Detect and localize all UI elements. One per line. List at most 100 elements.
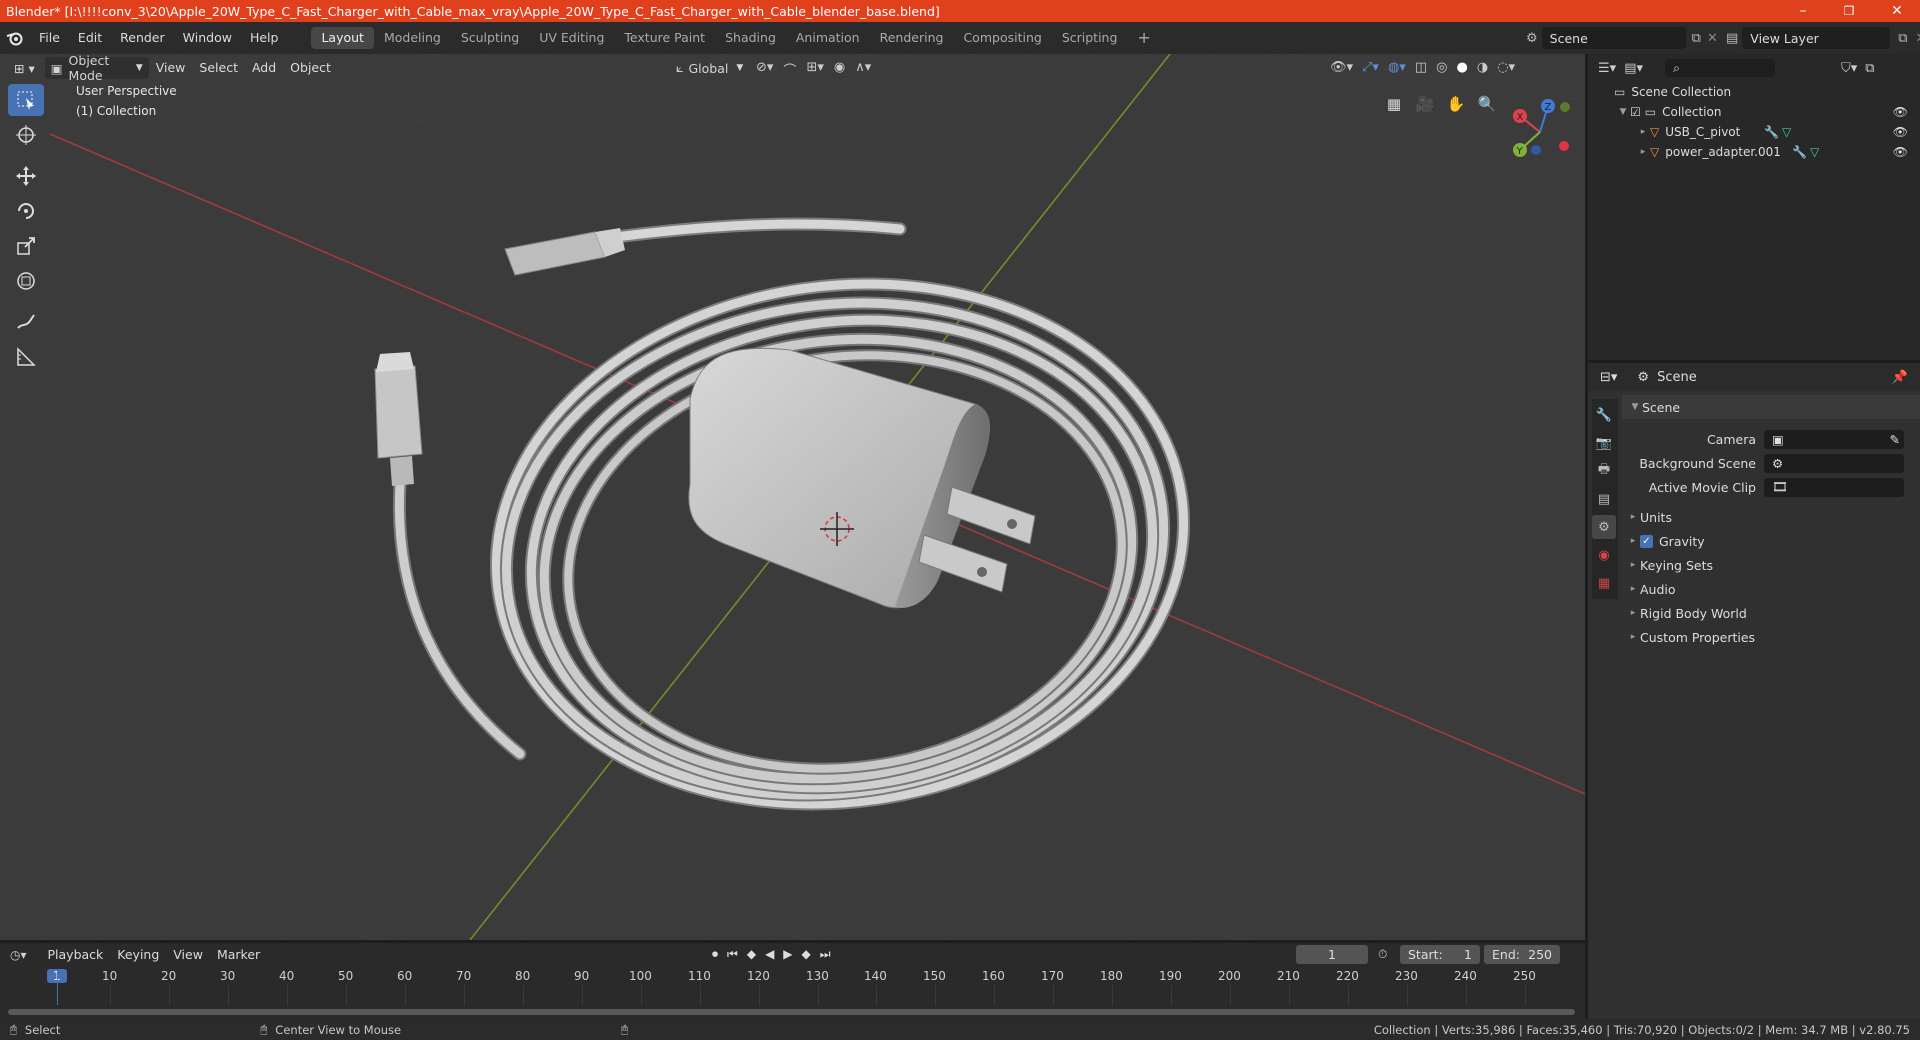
minimize-button[interactable]: –: [1780, 0, 1826, 22]
properties-editor-icon[interactable]: ⊟▾: [1600, 370, 1617, 385]
overlay-icon[interactable]: ◍▾: [1388, 60, 1406, 75]
rigid-body-world-section[interactable]: ▸ Rigid Body World: [1622, 601, 1920, 625]
gizmo-icon[interactable]: ⤢▾: [1362, 60, 1379, 75]
proportional-edit-icon[interactable]: ◉: [834, 60, 845, 79]
visibility-icon[interactable]: 👁▾: [1330, 60, 1353, 75]
expand-arrow-icon[interactable]: ▸: [1636, 147, 1650, 157]
view-layer-field[interactable]: View Layer: [1742, 27, 1891, 49]
eyedropper-icon[interactable]: ✎: [1890, 432, 1900, 447]
tab-shading[interactable]: Shading: [715, 27, 786, 49]
tab-compositing[interactable]: Compositing: [953, 27, 1051, 49]
falloff-icon[interactable]: ∧▾: [855, 60, 871, 79]
tab-rendering[interactable]: Rendering: [870, 27, 954, 49]
outliner-row-collection[interactable]: ▼ ☑ ▭ Collection 👁: [1588, 102, 1920, 122]
menu-render[interactable]: Render: [111, 27, 174, 49]
scale-tool[interactable]: [8, 230, 44, 262]
blender-logo-icon[interactable]: [0, 30, 30, 46]
display-mode-icon[interactable]: ▤▾: [1624, 61, 1643, 76]
expand-arrow-icon[interactable]: ▼: [1616, 107, 1630, 117]
select-box-tool[interactable]: [8, 84, 44, 116]
viewport-menu-object[interactable]: Object: [283, 57, 338, 79]
transform-tool[interactable]: [8, 265, 44, 297]
pin-icon[interactable]: 📌: [1892, 370, 1908, 385]
new-scene-icon[interactable]: ⧉: [1692, 31, 1701, 46]
view-layer-selector[interactable]: ▤ View Layer ⧉ ✕: [1726, 27, 1920, 49]
neg-y-axis-handle[interactable]: [1560, 102, 1570, 112]
menu-window[interactable]: Window: [174, 27, 241, 49]
texture-tab-icon[interactable]: ▦: [1592, 571, 1616, 595]
keying-sets-section[interactable]: ▸ Keying Sets: [1622, 553, 1920, 577]
output-tab-icon[interactable]: 🖶: [1592, 459, 1616, 483]
zoom-icon[interactable]: 🔍: [1473, 90, 1501, 118]
solid-shading-icon[interactable]: ●: [1456, 60, 1467, 75]
view-layer-tab-icon[interactable]: ▤: [1592, 487, 1616, 511]
render-tab-icon[interactable]: 📷: [1592, 431, 1616, 455]
outliner-search-input[interactable]: ⌕: [1665, 59, 1775, 77]
checkbox-icon[interactable]: ☑: [1630, 105, 1641, 119]
tab-texture-paint[interactable]: Texture Paint: [614, 27, 715, 49]
menu-edit[interactable]: Edit: [69, 27, 111, 49]
close-button[interactable]: ✕: [1874, 0, 1920, 22]
add-workspace-button[interactable]: +: [1127, 27, 1160, 49]
neg-z-axis-handle[interactable]: [1531, 145, 1541, 155]
timeline-scrollbar[interactable]: [8, 1009, 1575, 1015]
mode-selector[interactable]: ▣ Object Mode ▼: [44, 54, 149, 83]
filter-icon[interactable]: ⛉▾: [1841, 61, 1857, 76]
transform-orientation-selector[interactable]: ⟀ Global ▼: [670, 57, 749, 79]
material-shading-icon[interactable]: ◑: [1477, 60, 1488, 75]
outliner-row-usb-c-pivot[interactable]: ▸ ▽ USB_C_pivot 🔧 ▽ 👁: [1588, 122, 1920, 142]
new-view-layer-icon[interactable]: ⧉: [1898, 31, 1907, 46]
expand-arrow-icon[interactable]: ▸: [1636, 127, 1650, 137]
tool-tab-icon[interactable]: 🔧: [1592, 403, 1616, 427]
eye-icon[interactable]: 👁: [1893, 105, 1908, 119]
tab-uv-editing[interactable]: UV Editing: [529, 27, 614, 49]
eye-icon[interactable]: 👁: [1893, 145, 1908, 159]
measure-tool[interactable]: [8, 341, 44, 373]
mesh-data-icon[interactable]: ▽: [1782, 125, 1791, 139]
tab-modeling[interactable]: Modeling: [374, 27, 451, 49]
timeline-ruler[interactable]: 1102030405060708090100110120130140150160…: [0, 943, 1585, 1019]
camera-field[interactable]: ▣ ✎: [1764, 429, 1904, 449]
menu-help[interactable]: Help: [241, 27, 288, 49]
cursor-tool[interactable]: [8, 119, 44, 151]
outliner-row-scene-collection[interactable]: ▭ Scene Collection: [1588, 82, 1920, 102]
delete-view-layer-icon[interactable]: ✕: [1916, 31, 1920, 46]
viewport-scene[interactable]: [0, 54, 1585, 940]
scene-name-field[interactable]: Scene: [1541, 27, 1686, 49]
snap-icon[interactable]: ⌒: [783, 60, 796, 79]
rendered-shading-icon[interactable]: ◌▾: [1497, 60, 1515, 75]
modifier-wrench-icon[interactable]: 🔧: [1792, 145, 1807, 159]
camera-view-icon[interactable]: 🎥: [1411, 90, 1439, 118]
neg-x-axis-handle[interactable]: [1559, 141, 1569, 151]
scene-panel-header[interactable]: ▼ Scene: [1622, 395, 1920, 419]
tab-sculpting[interactable]: Sculpting: [451, 27, 529, 49]
gravity-section[interactable]: ▸ ✓ Gravity: [1622, 529, 1920, 553]
move-tool[interactable]: [8, 160, 44, 192]
tab-animation[interactable]: Animation: [786, 27, 870, 49]
custom-properties-section[interactable]: ▸ Custom Properties: [1622, 625, 1920, 649]
delete-scene-icon[interactable]: ✕: [1707, 31, 1718, 46]
new-collection-icon[interactable]: ⧉: [1865, 61, 1874, 76]
viewport-menu-add[interactable]: Add: [245, 57, 283, 79]
annotate-tool[interactable]: [8, 306, 44, 338]
editor-type-icon[interactable]: ⊞ ▾: [8, 57, 41, 79]
snap-target-icon[interactable]: ⊞▾: [806, 60, 823, 79]
eye-icon[interactable]: 👁: [1893, 125, 1908, 139]
tab-scripting[interactable]: Scripting: [1052, 27, 1128, 49]
gravity-checkbox[interactable]: ✓: [1640, 534, 1653, 548]
orientation-gizmo[interactable]: X Z Y: [1500, 92, 1580, 172]
maximize-button[interactable]: ❐: [1826, 0, 1872, 22]
mesh-data-icon[interactable]: ▽: [1810, 145, 1819, 159]
scene-selector[interactable]: ⚙ Scene ⧉ ✕: [1526, 27, 1718, 49]
pivot-point-icon[interactable]: ⊘▾: [756, 60, 773, 79]
modifier-wrench-icon[interactable]: 🔧: [1764, 125, 1779, 139]
3d-viewport[interactable]: ⊞ ▾ ▣ Object Mode ▼ View Select Add Obje…: [0, 54, 1585, 940]
rotate-tool[interactable]: [8, 195, 44, 227]
units-section[interactable]: ▸ Units: [1622, 505, 1920, 529]
scene-tab-icon[interactable]: ⚙: [1592, 515, 1616, 539]
tab-layout[interactable]: Layout: [311, 27, 374, 49]
xray-icon[interactable]: ◫: [1415, 60, 1427, 75]
background-scene-field[interactable]: ⚙: [1764, 453, 1904, 473]
toggle-camera-grid-icon[interactable]: ▦: [1380, 90, 1408, 118]
menu-file[interactable]: File: [30, 27, 69, 49]
